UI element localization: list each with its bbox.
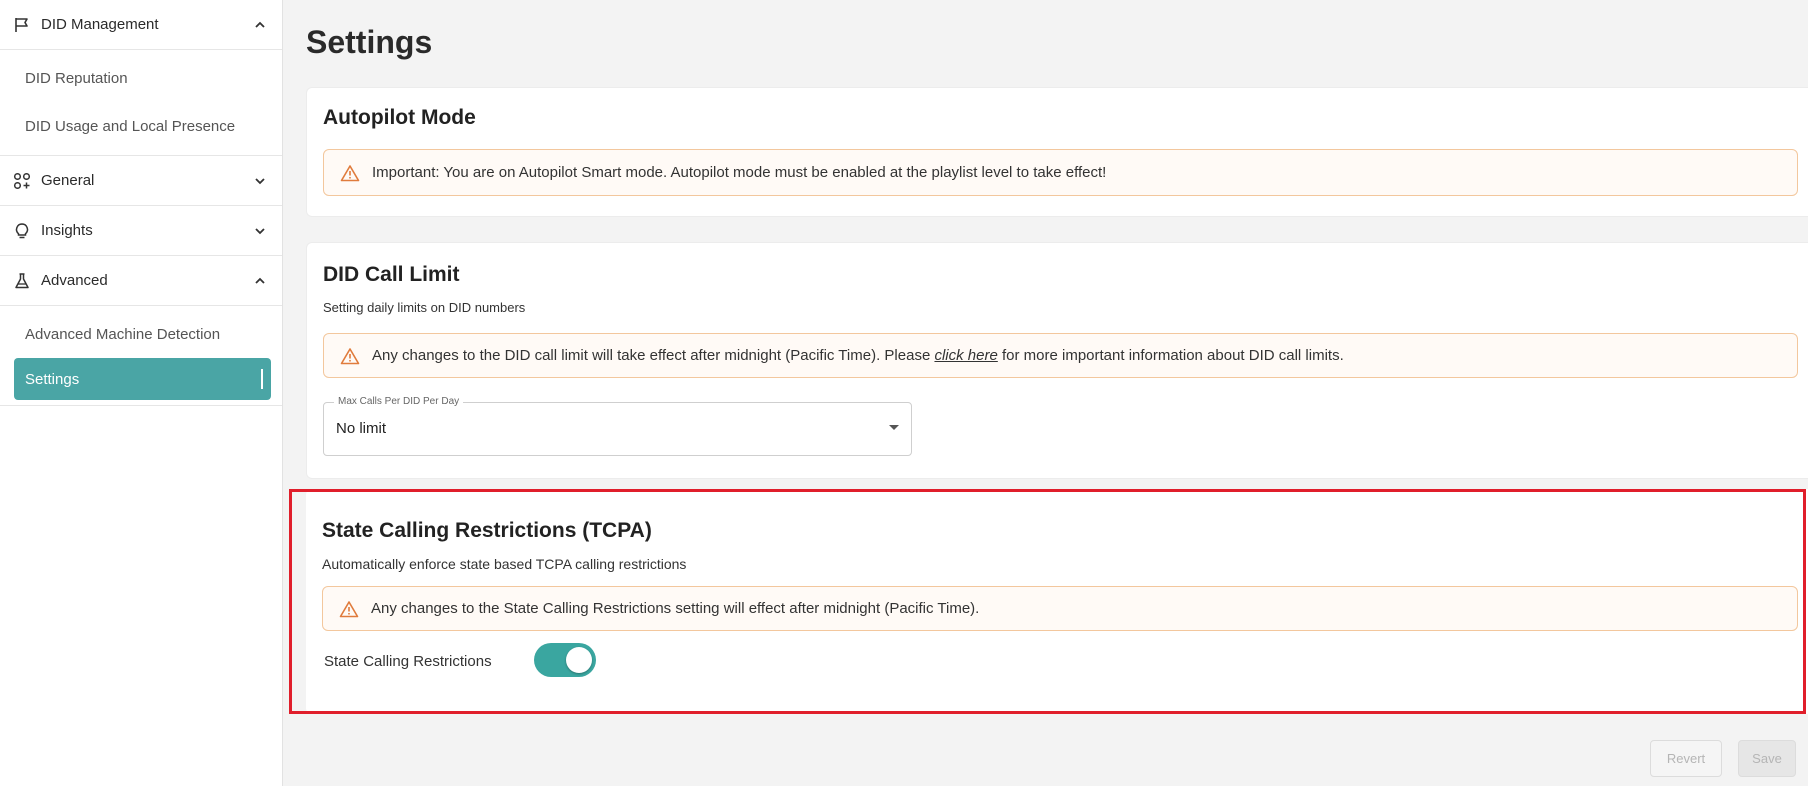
sidebar-group-general[interactable]: General — [0, 156, 282, 206]
toggle-label: State Calling Restrictions — [324, 653, 492, 670]
sidebar-group-label: Insights — [41, 222, 93, 239]
alert-text-after: for more important information about DID… — [997, 347, 1344, 364]
caret-down-icon — [889, 425, 899, 430]
chevron-down-icon — [252, 173, 268, 189]
lightbulb-icon — [12, 221, 32, 241]
max-calls-select[interactable]: Max Calls Per DID Per Day No limit — [323, 396, 912, 456]
alert-text: Any changes to the State Calling Restric… — [371, 600, 980, 617]
sidebar-group-advanced[interactable]: Advanced — [0, 256, 282, 306]
chevron-up-icon — [252, 17, 268, 33]
autopilot-card: Autopilot Mode Important: You are on Aut… — [306, 87, 1808, 217]
apps-icon — [12, 171, 32, 191]
card-title: DID Call Limit — [323, 263, 460, 286]
autopilot-alert: Important: You are on Autopilot Smart mo… — [323, 149, 1798, 196]
alert-text-before: Any changes to the DID call limit will t… — [372, 347, 935, 364]
sidebar: DID Management DID Reputation DID Usage … — [0, 0, 283, 786]
tcpa-alert: Any changes to the State Calling Restric… — [322, 586, 1798, 631]
alert-text: Any changes to the DID call limit will t… — [372, 347, 1344, 364]
tcpa-card: State Calling Restrictions (TCPA) Automa… — [306, 489, 1808, 714]
sidebar-group-did-management[interactable]: DID Management — [0, 0, 282, 50]
revert-button[interactable]: Revert — [1650, 740, 1722, 777]
chevron-up-icon — [252, 273, 268, 289]
card-subtitle: Setting daily limits on DID numbers — [323, 300, 526, 315]
flag-icon — [12, 15, 32, 35]
sidebar-item-did-usage[interactable]: DID Usage and Local Presence — [0, 102, 282, 150]
flask-icon — [12, 271, 32, 291]
state-calling-restrictions-toggle[interactable] — [534, 643, 596, 677]
warning-icon — [340, 164, 360, 182]
sidebar-item-advanced-machine-detection[interactable]: Advanced Machine Detection — [0, 310, 282, 358]
chevron-down-icon — [252, 223, 268, 239]
card-subtitle: Automatically enforce state based TCPA c… — [322, 556, 687, 572]
card-title: State Calling Restrictions (TCPA) — [322, 519, 652, 542]
card-title: Autopilot Mode — [323, 106, 476, 129]
call-limit-alert: Any changes to the DID call limit will t… — [323, 333, 1798, 378]
sidebar-item-settings[interactable]: Settings — [14, 358, 271, 400]
sidebar-item-did-reputation[interactable]: DID Reputation — [0, 54, 282, 102]
warning-icon — [339, 600, 359, 618]
toggle-knob — [566, 647, 592, 673]
click-here-link[interactable]: click here — [934, 347, 997, 364]
sidebar-group-insights[interactable]: Insights — [0, 206, 282, 256]
save-button[interactable]: Save — [1738, 740, 1796, 777]
did-call-limit-card: DID Call Limit Setting daily limits on D… — [306, 242, 1808, 479]
sidebar-group-label: DID Management — [41, 16, 159, 33]
sidebar-group-label: General — [41, 172, 95, 189]
alert-text: Important: You are on Autopilot Smart mo… — [372, 164, 1107, 181]
page-title: Settings — [306, 24, 433, 60]
warning-icon — [340, 347, 360, 365]
did-management-submenu: DID Reputation DID Usage and Local Prese… — [0, 50, 282, 156]
main-content: Settings Autopilot Mode Important: You a… — [284, 0, 1808, 786]
advanced-submenu: Advanced Machine Detection Settings — [0, 306, 282, 406]
sidebar-group-label: Advanced — [41, 272, 108, 289]
select-label: Max Calls Per DID Per Day — [334, 396, 464, 407]
select-value: No limit — [336, 420, 387, 437]
